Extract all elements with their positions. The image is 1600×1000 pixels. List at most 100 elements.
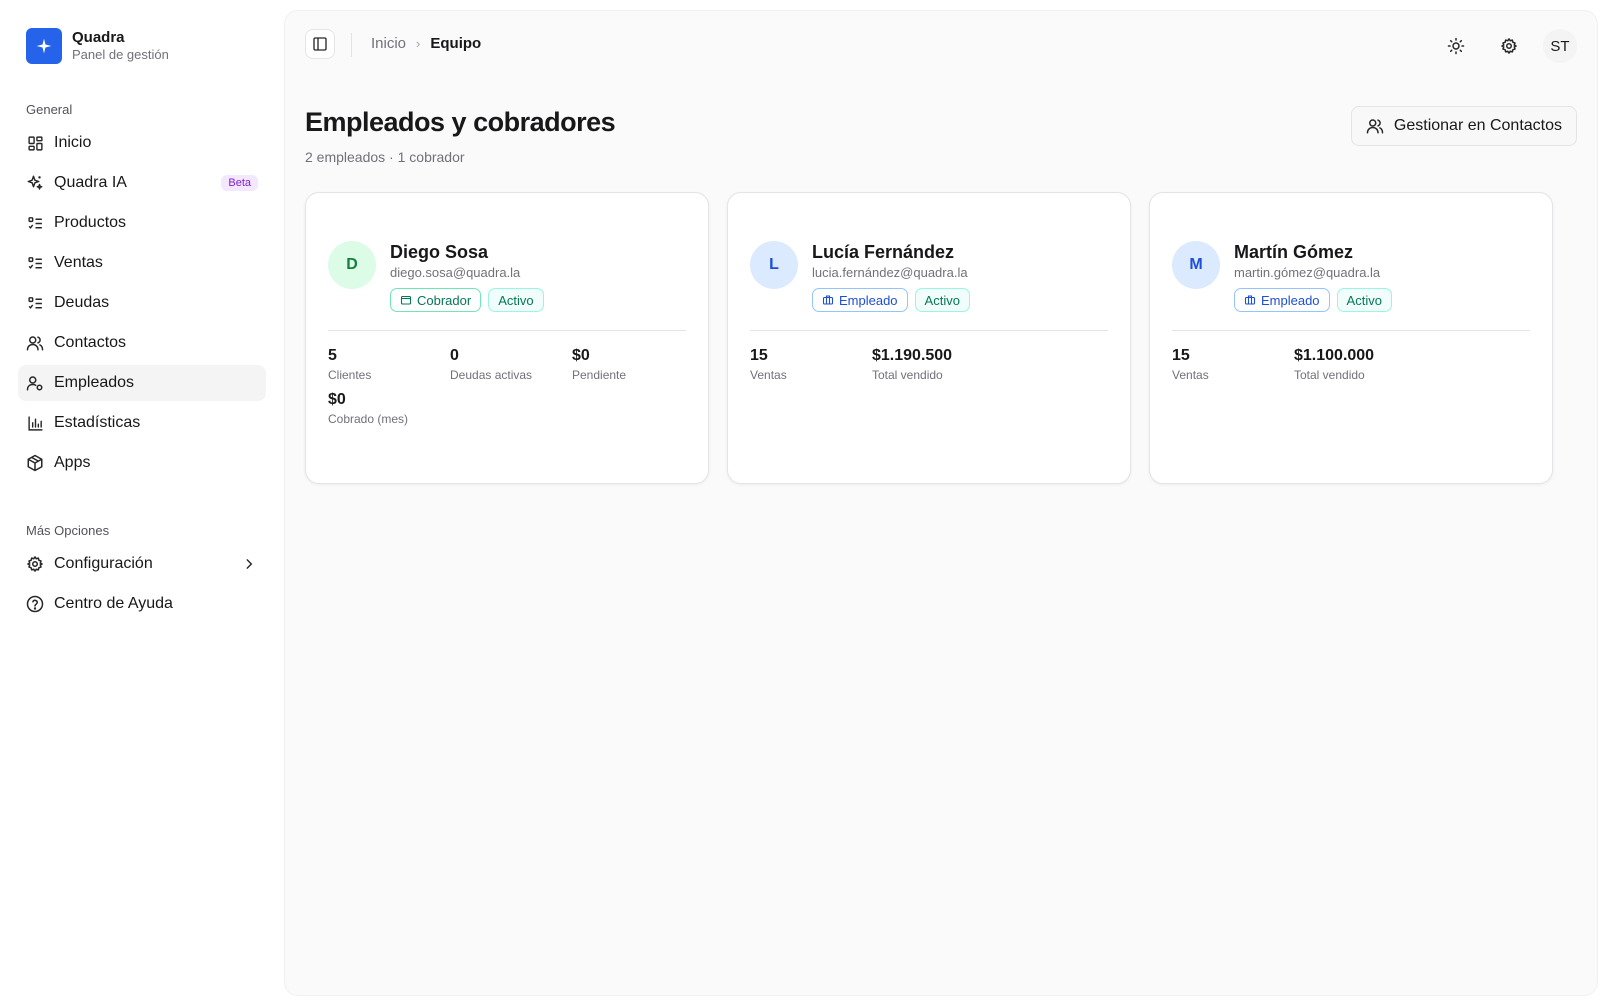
stat-label: Ventas bbox=[1172, 368, 1209, 382]
topbar: Inicio › Equipo ST bbox=[285, 11, 1597, 77]
briefcase-icon bbox=[822, 294, 834, 306]
employee-email: martin.gómez@quadra.la bbox=[1234, 265, 1381, 280]
employee-email: lucia.fernández@quadra.la bbox=[812, 265, 968, 280]
employee-card[interactable]: M Martín Gómez martin.gómez@quadra.la Em… bbox=[1149, 192, 1553, 484]
users-icon bbox=[26, 334, 44, 352]
page-title: Empleados y cobradores bbox=[305, 107, 616, 137]
main-content: Inicio › Equipo ST Empleados y cobradore… bbox=[284, 10, 1598, 996]
employee-name: Diego Sosa bbox=[390, 242, 489, 262]
employee-card[interactable]: D Diego Sosa diego.sosa@quadra.la Cobrad… bbox=[305, 192, 709, 484]
breadcrumb-home-link[interactable]: Inicio bbox=[371, 35, 406, 52]
page-subtitle: 2 empleados · 1 cobrador bbox=[305, 149, 465, 165]
stat-label: Deudas activas bbox=[450, 368, 533, 382]
section-label-more: Más Opciones bbox=[26, 523, 110, 538]
sidebar: Quadra Panel de gestión General Inicio Q… bbox=[0, 0, 284, 1000]
stats-grid: 15 Ventas $1.100.000 Total vendido bbox=[1172, 346, 1530, 382]
stat-label: Clientes bbox=[328, 368, 372, 382]
stat-label: Total vendido bbox=[1294, 368, 1365, 382]
breadcrumb-current: Equipo bbox=[430, 35, 482, 52]
role-label: Cobrador bbox=[417, 292, 472, 308]
chevron-right-icon: › bbox=[416, 36, 421, 51]
stat-item: 0 Deudas activas bbox=[450, 346, 572, 382]
brand-subtitle: Panel de gestión bbox=[72, 47, 169, 63]
sidebar-item-label: Ventas bbox=[54, 254, 103, 271]
stat-item: 5 Clientes bbox=[328, 346, 450, 382]
stat-item: 15 Ventas bbox=[1172, 346, 1294, 382]
sidebar-item-label: Inicio bbox=[54, 134, 92, 151]
stat-value: 5 bbox=[328, 347, 337, 364]
stats-grid: 15 Ventas $1.190.500 Total vendido bbox=[750, 346, 1108, 382]
breadcrumb: Inicio › Equipo bbox=[371, 35, 481, 52]
briefcase-icon bbox=[1244, 294, 1256, 306]
sidebar-item-apps[interactable]: Apps bbox=[18, 445, 266, 481]
help-circle-icon bbox=[26, 595, 44, 613]
sidebar-item-configuracion[interactable]: Configuración bbox=[18, 546, 266, 582]
bar-chart-icon bbox=[26, 414, 44, 432]
status-badge: Activo bbox=[1336, 288, 1392, 312]
theme-toggle-button[interactable] bbox=[1441, 31, 1471, 61]
stat-item: $1.100.000 Total vendido bbox=[1294, 346, 1416, 382]
stat-value: $1.100.000 bbox=[1294, 347, 1375, 364]
role-badge: Empleado bbox=[1234, 288, 1330, 312]
user-avatar-button[interactable]: ST bbox=[1543, 29, 1577, 63]
gear-icon bbox=[26, 555, 44, 573]
sidebar-item-contactos[interactable]: Contactos bbox=[18, 325, 266, 361]
role-label: Empleado bbox=[839, 292, 898, 308]
sidebar-item-inicio[interactable]: Inicio bbox=[18, 125, 266, 161]
list-icon bbox=[26, 294, 44, 312]
stat-value: 0 bbox=[450, 347, 459, 364]
stats-grid: 5 Clientes 0 Deudas activas $0 Pendiente… bbox=[328, 346, 686, 426]
topbar-divider bbox=[351, 33, 352, 57]
stat-label: Total vendido bbox=[872, 368, 943, 382]
chevron-right-icon bbox=[240, 555, 258, 573]
status-badge: Activo bbox=[914, 288, 970, 312]
stat-item: $0 Pendiente bbox=[572, 346, 694, 382]
sidebar-item-label: Centro de Ayuda bbox=[54, 595, 173, 612]
list-icon bbox=[26, 214, 44, 232]
stat-item: 15 Ventas bbox=[750, 346, 872, 382]
stat-value: 15 bbox=[750, 347, 768, 364]
users-icon bbox=[1366, 117, 1384, 135]
wallet-icon bbox=[400, 294, 412, 306]
sidebar-item-label: Deudas bbox=[54, 294, 110, 311]
section-label-general: General bbox=[26, 102, 73, 117]
brand-name: Quadra bbox=[72, 29, 125, 47]
sidebar-item-label: Apps bbox=[54, 454, 91, 471]
sidebar-item-empleados[interactable]: Empleados bbox=[18, 365, 266, 401]
settings-button[interactable] bbox=[1494, 31, 1524, 61]
employee-email: diego.sosa@quadra.la bbox=[390, 265, 521, 280]
gear-icon bbox=[1500, 37, 1518, 55]
stat-value: $0 bbox=[572, 347, 590, 364]
sidebar-item-estadisticas[interactable]: Estadísticas bbox=[18, 405, 266, 441]
card-divider bbox=[328, 330, 686, 331]
stat-value: 15 bbox=[1172, 347, 1190, 364]
sidebar-toggle-button[interactable] bbox=[305, 29, 335, 59]
stat-item: $1.190.500 Total vendido bbox=[872, 346, 994, 382]
sidebar-item-productos[interactable]: Productos bbox=[18, 205, 266, 241]
list-icon bbox=[26, 254, 44, 272]
employee-name: Lucía Fernández bbox=[812, 242, 955, 262]
stat-label: Ventas bbox=[750, 368, 787, 382]
sidebar-item-label: Estadísticas bbox=[54, 414, 141, 431]
user-cog-icon bbox=[26, 374, 44, 392]
employee-card[interactable]: L Lucía Fernández lucia.fernández@quadra… bbox=[727, 192, 1131, 484]
sidebar-item-label: Productos bbox=[54, 214, 127, 231]
sidebar-item-label: Contactos bbox=[54, 334, 127, 351]
manage-contacts-button[interactable]: Gestionar en Contactos bbox=[1350, 106, 1577, 146]
sidebar-item-label: Empleados bbox=[54, 374, 135, 391]
stat-item: $0 Cobrado (mes) bbox=[328, 390, 450, 426]
brand[interactable]: Quadra Panel de gestión bbox=[18, 26, 266, 66]
sidebar-item-centro-de-ayuda[interactable]: Centro de Ayuda bbox=[18, 586, 266, 622]
sidebar-item-deudas[interactable]: Deudas bbox=[18, 285, 266, 321]
sidebar-item-ventas[interactable]: Ventas bbox=[18, 245, 266, 281]
beta-badge: Beta bbox=[221, 175, 258, 191]
sidebar-item-quadra-ia[interactable]: Quadra IA Beta bbox=[18, 165, 266, 201]
sidebar-item-label: Quadra IA bbox=[54, 174, 127, 191]
stat-value: $0 bbox=[328, 391, 346, 408]
employee-cards: D Diego Sosa diego.sosa@quadra.la Cobrad… bbox=[305, 192, 1553, 484]
manage-contacts-label: Gestionar en Contactos bbox=[1393, 117, 1562, 134]
employee-name: Martín Gómez bbox=[1234, 242, 1354, 262]
panel-left-icon bbox=[312, 36, 328, 52]
avatar: D bbox=[328, 241, 376, 289]
role-label: Empleado bbox=[1261, 292, 1320, 308]
